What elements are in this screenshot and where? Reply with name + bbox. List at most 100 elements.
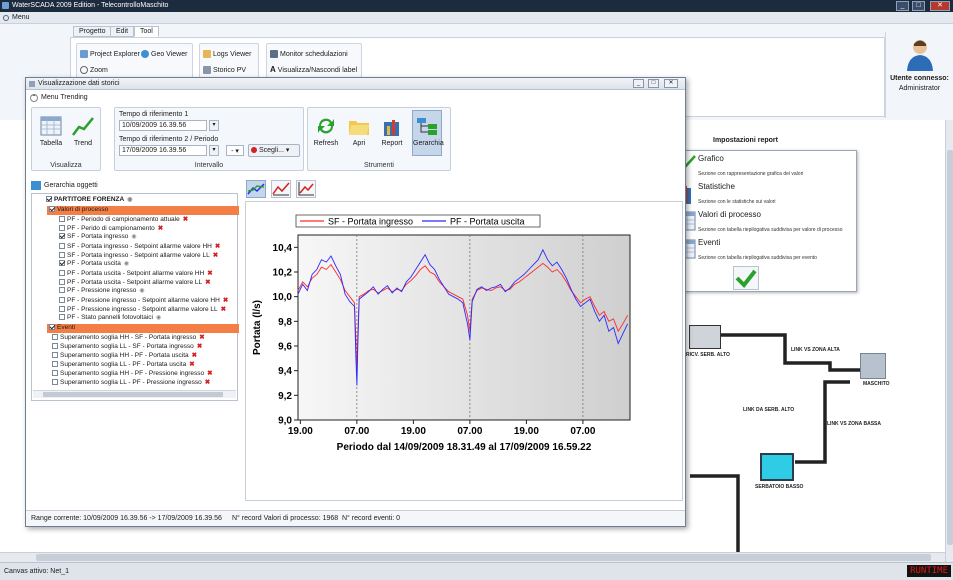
- tempo2-dropdown-button[interactable]: ▾: [209, 145, 219, 156]
- eye-icon[interactable]: ◉: [139, 288, 144, 294]
- trend-maximize-button[interactable]: □: [648, 79, 659, 88]
- maximize-button[interactable]: □: [912, 1, 925, 11]
- menu-label[interactable]: Menu: [12, 14, 30, 21]
- storico-pv-button[interactable]: Storico PV: [203, 66, 246, 74]
- confirm-button[interactable]: [733, 266, 759, 290]
- valori-item[interactable]: PF - Portata uscita - Setpoint allarme v…: [59, 269, 213, 278]
- vertical-scrollbar[interactable]: [945, 120, 953, 562]
- chart-lines-button[interactable]: [246, 180, 266, 198]
- valori-item-checkbox[interactable]: [59, 306, 65, 313]
- valori-item[interactable]: PF - Pressione ingresso - Setpoint allar…: [59, 305, 226, 314]
- logs-viewer-button[interactable]: Logs Viewer: [203, 50, 251, 58]
- remove-icon[interactable]: ✖: [215, 243, 220, 250]
- apri-button[interactable]: Apri: [344, 116, 374, 147]
- tab-tool[interactable]: Tool: [134, 26, 159, 37]
- eventi-item[interactable]: Superamento soglia HH - PF - Portata usc…: [52, 351, 197, 360]
- section-eventi-checkbox[interactable]: [49, 324, 55, 331]
- eventi-item-checkbox[interactable]: [52, 334, 58, 341]
- vertical-scroll-thumb[interactable]: [947, 150, 953, 545]
- valori-item-checkbox[interactable]: [59, 297, 65, 304]
- scegli-button[interactable]: Scegli... ▾: [248, 144, 300, 157]
- valori-item-checkbox[interactable]: [59, 233, 65, 240]
- valori-item-checkbox[interactable]: [59, 314, 65, 321]
- valori-item[interactable]: PF - Pressione ingresso ◉: [59, 287, 145, 296]
- tempo1-dropdown-button[interactable]: ▾: [209, 120, 219, 131]
- valori-item[interactable]: PF - Portata uscita ◉: [59, 260, 129, 269]
- trend-minimize-button[interactable]: _: [633, 79, 644, 88]
- tab-progetto[interactable]: Progetto: [73, 26, 112, 37]
- minimize-button[interactable]: _: [896, 1, 909, 11]
- refresh-button[interactable]: Refresh: [311, 116, 341, 147]
- eventi-item[interactable]: Superamento soglia LL - PF - Pressione i…: [52, 378, 210, 387]
- remove-icon[interactable]: ✖: [223, 297, 228, 304]
- valori-item-checkbox[interactable]: [59, 252, 65, 259]
- remove-icon[interactable]: ✖: [205, 379, 210, 386]
- tree-hscroll-thumb[interactable]: [43, 392, 223, 397]
- serb-alto-node[interactable]: [689, 325, 721, 349]
- serbatoio-basso-node[interactable]: [760, 453, 794, 481]
- section-valori-checkbox[interactable]: [49, 206, 55, 213]
- eye-icon[interactable]: ◉: [156, 315, 161, 321]
- eventi-item[interactable]: Superamento soglia HH - PF - Pressione i…: [52, 369, 213, 378]
- report-button[interactable]: Report: [377, 116, 407, 147]
- trend-button[interactable]: Trend: [68, 116, 98, 147]
- valori-item[interactable]: SF - Portata ingresso - Setpoint allarme…: [59, 251, 218, 260]
- chart-axis-button[interactable]: [296, 180, 316, 198]
- object-tree[interactable]: PARTITORE FORENZA ◉ Valori di processo Ev…: [31, 193, 239, 401]
- eventi-item[interactable]: Superamento soglia LL - PF - Portata usc…: [52, 360, 195, 369]
- valori-item-checkbox[interactable]: [59, 225, 65, 232]
- remove-icon[interactable]: ✖: [158, 225, 163, 232]
- monitor-schedulazioni-button[interactable]: Monitor schedulazioni: [270, 50, 348, 58]
- eventi-item[interactable]: Superamento soglia HH - SF - Portata ing…: [52, 333, 205, 342]
- valori-item-checkbox[interactable]: [59, 216, 65, 223]
- eventi-item-checkbox[interactable]: [52, 343, 58, 350]
- remove-icon[interactable]: ✖: [205, 279, 210, 286]
- close-button[interactable]: ✕: [930, 1, 950, 11]
- periodo-select[interactable]: - ▾: [226, 145, 244, 156]
- eventi-item[interactable]: Superamento soglia LL - SF - Portata ing…: [52, 342, 202, 351]
- tree-root-eye-icon[interactable]: ◉: [127, 197, 132, 203]
- eventi-item-checkbox[interactable]: [52, 370, 58, 377]
- valori-item[interactable]: SF - Portata ingresso - Setpoint allarme…: [59, 242, 220, 251]
- valori-item[interactable]: PF - Portata uscita - Setpoint allarme v…: [59, 278, 211, 287]
- tree-root[interactable]: PARTITORE FORENZA ◉: [46, 196, 132, 205]
- trend-close-button[interactable]: ✕: [664, 79, 678, 88]
- valori-item[interactable]: PF - Periodo di campionamento attuale ✖: [59, 215, 188, 224]
- menu-icon[interactable]: [3, 15, 9, 21]
- zoom-button[interactable]: Zoom: [80, 66, 108, 74]
- valori-item[interactable]: PF - Stato pannelli fotovoltaici ◉: [59, 314, 161, 323]
- collapse-menu-icon[interactable]: ⌃: [30, 94, 38, 102]
- section-valori[interactable]: Valori di processo: [49, 206, 108, 215]
- remove-icon[interactable]: ✖: [207, 370, 212, 377]
- eye-icon[interactable]: ◉: [131, 234, 136, 240]
- eye-icon[interactable]: ◉: [124, 261, 129, 267]
- remove-icon[interactable]: ✖: [213, 252, 218, 259]
- visualizza-label-button[interactable]: A Visualizza/Nascondi label: [270, 66, 357, 74]
- tree-hscrollbar[interactable]: [33, 390, 236, 398]
- tree-root-checkbox[interactable]: [46, 196, 52, 203]
- remove-icon[interactable]: ✖: [199, 334, 204, 341]
- valori-item-checkbox[interactable]: [59, 279, 65, 286]
- remove-icon[interactable]: ✖: [192, 352, 197, 359]
- eventi-item-checkbox[interactable]: [52, 361, 58, 368]
- valori-item[interactable]: PF - Pressione ingresso - Setpoint allar…: [59, 296, 228, 305]
- trend-window-titlebar[interactable]: Visualizzazione dati storici _ □ ✕: [26, 78, 685, 90]
- eventi-item-checkbox[interactable]: [52, 352, 58, 359]
- gerarchia-button[interactable]: Gerarchia: [412, 110, 444, 156]
- horizontal-scrollbar[interactable]: [0, 552, 945, 562]
- section-eventi[interactable]: Eventi: [49, 324, 75, 333]
- valori-item-checkbox[interactable]: [59, 270, 65, 277]
- geo-viewer-button[interactable]: Geo Viewer: [141, 50, 187, 58]
- chart-zoom-button[interactable]: [271, 180, 291, 198]
- remove-icon[interactable]: ✖: [207, 270, 212, 277]
- horizontal-scroll-thumb[interactable]: [36, 554, 931, 561]
- tabella-button[interactable]: Tabella: [36, 116, 66, 147]
- valori-item[interactable]: PF - Perido di campionamento ✖: [59, 224, 163, 233]
- valori-item-checkbox[interactable]: [59, 287, 65, 294]
- valori-item[interactable]: SF - Portata ingresso ◉: [59, 233, 137, 242]
- remove-icon[interactable]: ✖: [189, 361, 194, 368]
- tempo1-input[interactable]: 10/09/2009 16.39.56: [119, 120, 207, 131]
- remove-icon[interactable]: ✖: [197, 343, 202, 350]
- valori-item-checkbox[interactable]: [59, 260, 65, 267]
- valori-item-checkbox[interactable]: [59, 243, 65, 250]
